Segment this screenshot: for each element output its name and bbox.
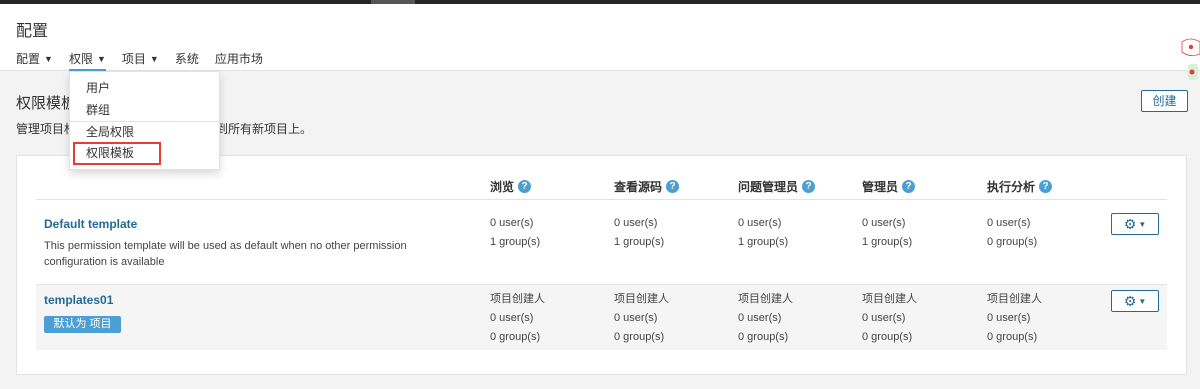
caret-down-icon: ▼	[44, 54, 53, 64]
cell-line: 0 group(s)	[490, 331, 541, 343]
nav-marketplace-label: 应用市场	[214, 52, 263, 66]
template-actions-button[interactable]: ⚙ ▼	[1111, 213, 1159, 235]
nav-marketplace[interactable]: 应用市场	[215, 50, 263, 70]
column-label: 管理员	[862, 180, 899, 194]
permission-cell: 项目创建人 0 user(s) 0 group(s)	[862, 290, 917, 347]
cell-line: 1 group(s)	[614, 236, 665, 248]
default-badge: 默认为 项目	[44, 316, 121, 333]
cell-line: 0 user(s)	[987, 217, 1031, 229]
page-title: 配置	[16, 23, 49, 40]
column-header-execute-analysis: 执行分析?	[987, 178, 1053, 195]
cell-line: 0 user(s)	[614, 217, 658, 229]
cell-line: 0 user(s)	[862, 312, 906, 324]
question-circle-icon[interactable]: ?	[666, 180, 680, 193]
cell-line: 0 group(s)	[738, 331, 789, 343]
cell-line: 1 group(s)	[862, 236, 913, 248]
cell-line: 项目创建人	[614, 293, 669, 305]
caret-down-icon: ▼	[1138, 297, 1147, 306]
create-button[interactable]: 创建	[1141, 90, 1188, 112]
permission-cell: 0 user(s) 1 group(s)	[490, 214, 540, 252]
cell-line: 0 group(s)	[614, 331, 665, 343]
section-title: 权限模板	[16, 95, 77, 112]
cell-line: 0 user(s)	[862, 217, 906, 229]
highlight-box	[73, 142, 161, 165]
caret-down-icon: ▼	[96, 54, 106, 64]
cell-line: 0 group(s)	[862, 331, 913, 343]
section-desc-right: 到所有新项目上。	[216, 122, 313, 136]
page-header: 配置 配置 ▼ 权限 ▼ 项目 ▼ 系统 应用市场	[0, 4, 1200, 71]
cell-line: 0 user(s)	[987, 312, 1031, 324]
cell-line: 0 group(s)	[987, 331, 1038, 343]
cell-line: 0 group(s)	[987, 236, 1038, 248]
question-circle-icon[interactable]: ?	[802, 180, 816, 193]
permission-cell: 项目创建人 0 user(s) 0 group(s)	[738, 290, 793, 347]
nav-permissions[interactable]: 权限 ▼	[68, 50, 106, 71]
cell-line: 项目创建人	[987, 293, 1042, 305]
template-actions-button[interactable]: ⚙ ▼	[1111, 290, 1159, 312]
column-label: 问题管理员	[738, 180, 799, 194]
column-label: 浏览	[490, 180, 515, 194]
nav-config-label: 配置	[16, 52, 41, 66]
cell-line: 项目创建人	[738, 293, 793, 305]
menu-item-global-permissions[interactable]: 全局权限	[70, 121, 219, 141]
cell-line: 0 user(s)	[614, 312, 658, 324]
column-header-issue-admin: 问题管理员?	[738, 178, 816, 195]
cell-line: 0 user(s)	[738, 312, 782, 324]
cell-line: 项目创建人	[490, 293, 545, 305]
column-label: 查看源码	[614, 180, 663, 194]
column-label: 执行分析	[987, 180, 1036, 194]
floating-widget-icon[interactable]	[1180, 38, 1200, 88]
template-name-link[interactable]: templates01	[44, 293, 113, 307]
permission-cell: 项目创建人 0 user(s) 0 group(s)	[614, 290, 669, 347]
caret-down-icon: ▼	[1138, 220, 1147, 229]
permissions-dropdown-menu: 用户 群组 全局权限 权限模板	[69, 71, 220, 170]
nav-projects-label: 项目	[121, 52, 146, 66]
column-header-code-viewer: 查看源码?	[614, 178, 680, 195]
permission-cell: 0 user(s) 1 group(s)	[862, 214, 912, 252]
menu-item-groups[interactable]: 群组	[70, 100, 219, 120]
cell-line: 0 user(s)	[738, 217, 782, 229]
nav-config[interactable]: 配置 ▼	[16, 50, 53, 70]
nav-system-label: 系统	[174, 52, 199, 66]
gear-icon: ⚙	[1123, 216, 1137, 232]
column-header-admin: 管理员?	[862, 178, 916, 195]
template-name-link[interactable]: Default template	[44, 217, 137, 231]
cell-line: 0 user(s)	[490, 217, 534, 229]
question-circle-icon[interactable]: ?	[518, 180, 532, 193]
nav-projects[interactable]: 项目 ▼	[122, 50, 159, 70]
template-description: This permission template will be used as…	[44, 240, 407, 268]
permission-cell: 0 user(s) 1 group(s)	[614, 214, 664, 252]
top-nav: 配置 ▼ 权限 ▼ 项目 ▼ 系统 应用市场	[16, 50, 279, 71]
gear-icon: ⚙	[1123, 293, 1137, 309]
question-circle-icon[interactable]: ?	[902, 180, 916, 193]
question-circle-icon[interactable]: ?	[1039, 180, 1053, 193]
caret-down-icon: ▼	[149, 54, 159, 64]
cell-line: 项目创建人	[862, 293, 917, 305]
column-header-browse: 浏览?	[490, 178, 532, 195]
nav-system[interactable]: 系统	[175, 50, 199, 70]
permission-cell: 项目创建人 0 user(s) 0 group(s)	[987, 290, 1042, 347]
permission-cell: 项目创建人 0 user(s) 0 group(s)	[490, 290, 545, 347]
permission-cell: 0 user(s) 0 group(s)	[987, 214, 1037, 252]
menu-item-users[interactable]: 用户	[70, 78, 219, 98]
permission-cell: 0 user(s) 1 group(s)	[738, 214, 788, 252]
cell-line: 1 group(s)	[490, 236, 541, 248]
cell-line: 1 group(s)	[738, 236, 789, 248]
nav-permissions-label: 权限	[68, 52, 93, 66]
divider	[36, 199, 1167, 200]
cell-line: 0 user(s)	[490, 312, 534, 324]
section-desc-left: 管理项目权	[16, 122, 77, 136]
